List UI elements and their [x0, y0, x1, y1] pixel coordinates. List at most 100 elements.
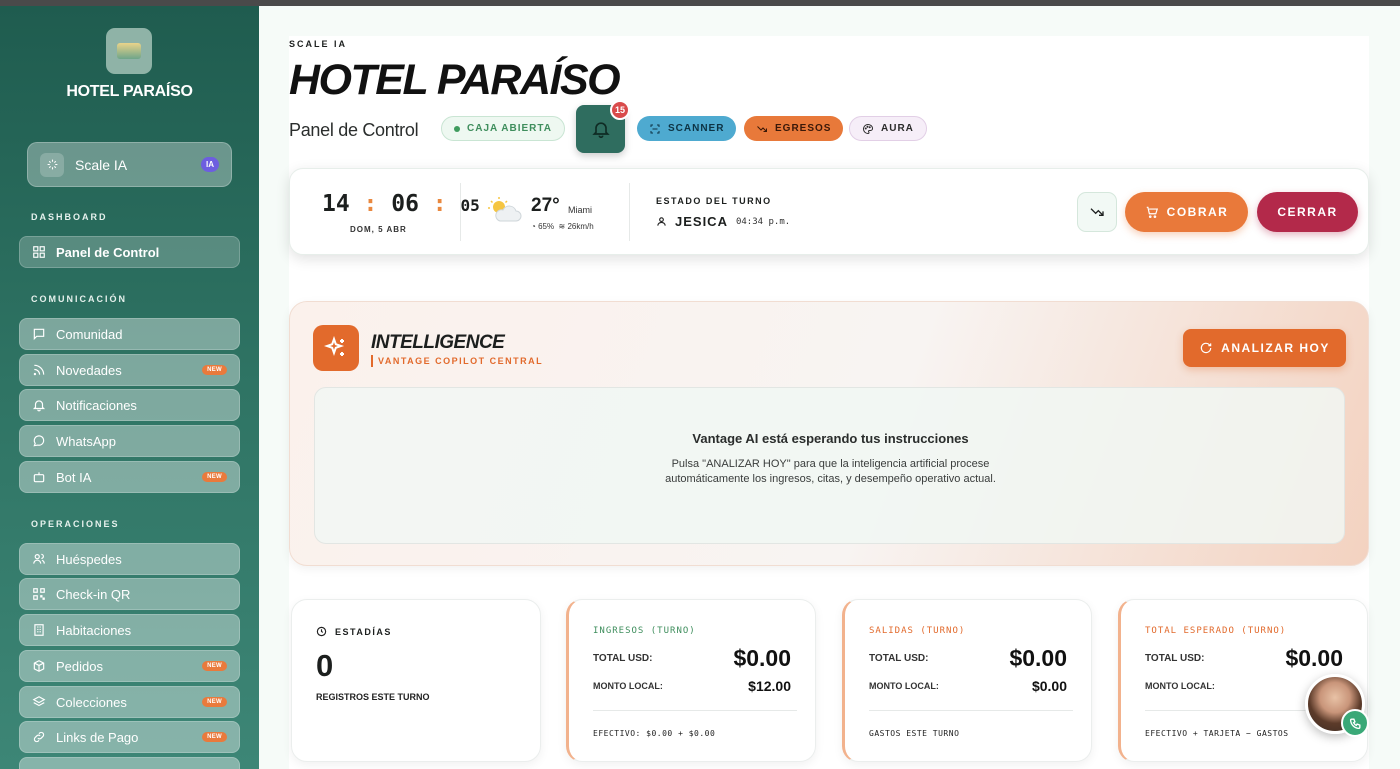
ia-badge: IA: [201, 157, 219, 172]
new-badge: NEW: [202, 365, 227, 375]
wind: 26km/h: [567, 222, 594, 231]
sidebar-item-label: Pedidos: [56, 658, 103, 674]
sidebar-item-label: Notificaciones: [56, 397, 137, 413]
egresos-label: EGRESOS: [775, 123, 832, 134]
chat-icon: [33, 328, 45, 341]
ingresos-usd-label: TOTAL USD:: [593, 653, 653, 664]
scanner-label: SCANNER: [668, 123, 725, 134]
salidas-usd-value: $0.00: [1009, 645, 1067, 671]
clock-icon: [316, 626, 327, 637]
salidas-usd-label: TOTAL USD:: [869, 653, 929, 664]
sidebar-item-links-de-pago[interactable]: Links de Pago NEW: [19, 721, 240, 753]
sidebar-item-comunidad[interactable]: Comunidad: [19, 318, 240, 350]
caja-status-label: CAJA ABIERTA: [467, 123, 552, 134]
sidebar: HOTEL PARAÍSO Scale IA IA DASHBOARD Pane…: [0, 6, 259, 769]
sidebar-item-label: WhatsApp: [56, 433, 116, 449]
intelligence-heading: Vantage AI está esperando tus instruccio…: [692, 431, 969, 446]
page-title: HOTEL PARAÍSO: [289, 56, 621, 104]
sidebar-item-habitaciones[interactable]: Habitaciones: [19, 614, 240, 646]
sidebar-item-label: Check-in QR: [56, 586, 131, 602]
clock-minute: 06: [391, 191, 419, 217]
wind-icon: ≋: [558, 222, 566, 231]
shift-label: ESTADO DEL TURNO: [656, 196, 772, 206]
sidebar-item-label: Panel de Control: [56, 244, 160, 260]
estadias-card: ESTADÍAS 0 REGISTROS ESTE TURNO: [291, 599, 541, 762]
sidebar-item-label: Bot IA: [56, 469, 92, 485]
estadias-caption: REGISTROS ESTE TURNO: [316, 692, 430, 702]
divider: [593, 710, 797, 711]
new-badge: NEW: [202, 661, 227, 671]
section-operaciones: OPERACIONES: [31, 519, 120, 529]
esperado-local-label: MONTO LOCAL:: [1145, 681, 1215, 691]
salidas-footer: GASTOS ESTE TURNO: [869, 729, 960, 738]
esperado-usd-label: TOTAL USD:: [1145, 653, 1205, 664]
scale-ia-button[interactable]: Scale IA IA: [27, 142, 232, 187]
aura-button[interactable]: AURA: [849, 116, 927, 141]
divider: [869, 710, 1073, 711]
sidebar-item-novedades[interactable]: Novedades NEW: [19, 354, 240, 386]
caja-status-pill[interactable]: CAJA ABIERTA: [441, 116, 565, 141]
status-bar-card: 14 : 06 : 05 DOM, 5 ABR 27° Miami ◔ 65% …: [289, 168, 1369, 255]
analizar-hoy-label: ANALIZAR HOY: [1221, 341, 1330, 355]
sidebar-item-notificaciones[interactable]: Notificaciones: [19, 389, 240, 421]
sidebar-item-label: Novedades: [56, 362, 122, 378]
intelligence-output-area: Vantage AI está esperando tus instruccio…: [314, 387, 1345, 544]
hotel-logo[interactable]: [106, 28, 152, 74]
notification-count-badge: 15: [610, 100, 630, 120]
scan-icon: [650, 124, 660, 133]
cerrar-label: CERRAR: [1277, 205, 1338, 219]
rss-icon: [33, 364, 45, 376]
sidebar-item-label: Links de Pago: [56, 729, 139, 745]
divider: [460, 183, 461, 241]
temperature: 27°: [531, 195, 560, 216]
layers-icon: [32, 696, 46, 707]
box-icon: [33, 660, 45, 672]
analizar-hoy-button[interactable]: ANALIZAR HOY: [1183, 329, 1346, 367]
estadias-label: ESTADÍAS: [316, 626, 392, 637]
scanner-button[interactable]: SCANNER: [637, 116, 737, 141]
esperado-usd-value: $0.00: [1285, 645, 1343, 671]
sidebar-item-pedidos[interactable]: Pedidos NEW: [19, 650, 240, 682]
estadias-value: 0: [316, 648, 334, 683]
estadias-label-text: ESTADÍAS: [335, 626, 392, 637]
ingresos-usd-value: $0.00: [733, 645, 791, 671]
cobrar-button[interactable]: COBRAR: [1125, 192, 1248, 232]
palette-icon: [863, 123, 874, 134]
sidebar-item-whatsapp[interactable]: WhatsApp: [19, 425, 240, 457]
cobrar-label: COBRAR: [1166, 205, 1229, 219]
logo-image: [117, 43, 141, 59]
sidebar-item-panel-de-control[interactable]: Panel de Control: [19, 236, 240, 268]
sidebar-item-colecciones[interactable]: Colecciones NEW: [19, 686, 240, 718]
egresos-button[interactable]: EGRESOS: [744, 116, 844, 141]
clock-date: DOM, 5 ABR: [350, 225, 407, 234]
phone-icon[interactable]: [1341, 709, 1369, 737]
status-dot: [454, 125, 460, 132]
intelligence-subtitle: VANTAGE COPILOT CENTRAL: [371, 355, 543, 367]
humidity: 65%: [538, 222, 555, 231]
trend-button[interactable]: [1077, 192, 1117, 232]
sidebar-item-partial[interactable]: [19, 757, 240, 769]
cerrar-button[interactable]: CERRAR: [1257, 192, 1358, 232]
cart-icon: [1146, 206, 1158, 219]
weather-city: Miami: [568, 205, 592, 215]
sidebar-item-huespedes[interactable]: Huéspedes: [19, 543, 240, 575]
building-icon: [34, 624, 44, 636]
users-icon: [33, 553, 45, 564]
brand-label: SCALE IA: [289, 39, 348, 49]
hotel-name: HOTEL PARAÍSO: [66, 83, 193, 100]
salidas-local-value: $0.00: [1031, 678, 1067, 694]
aura-label: AURA: [881, 123, 914, 134]
user-icon: [657, 217, 666, 226]
intelligence-title: INTELLIGENCE: [371, 332, 505, 353]
new-badge: NEW: [202, 697, 227, 707]
scale-ia-label: Scale IA: [75, 156, 128, 173]
humidity-icon: ◔: [531, 222, 536, 231]
whatsapp-icon: [33, 435, 45, 447]
sidebar-item-bot-ia[interactable]: Bot IA NEW: [19, 461, 240, 493]
sidebar-item-check-in-qr[interactable]: Check-in QR: [19, 578, 240, 610]
intelligence-text: Pulsa "ANALIZAR HOY" para que la intelig…: [665, 458, 996, 485]
ingresos-label: INGRESOS (TURNO): [593, 626, 696, 636]
ingresos-card: INGRESOS (TURNO) TOTAL USD: $0.00 MONTO …: [566, 599, 816, 762]
refresh-icon: [1200, 342, 1212, 354]
salidas-local-label: MONTO LOCAL:: [869, 681, 939, 691]
